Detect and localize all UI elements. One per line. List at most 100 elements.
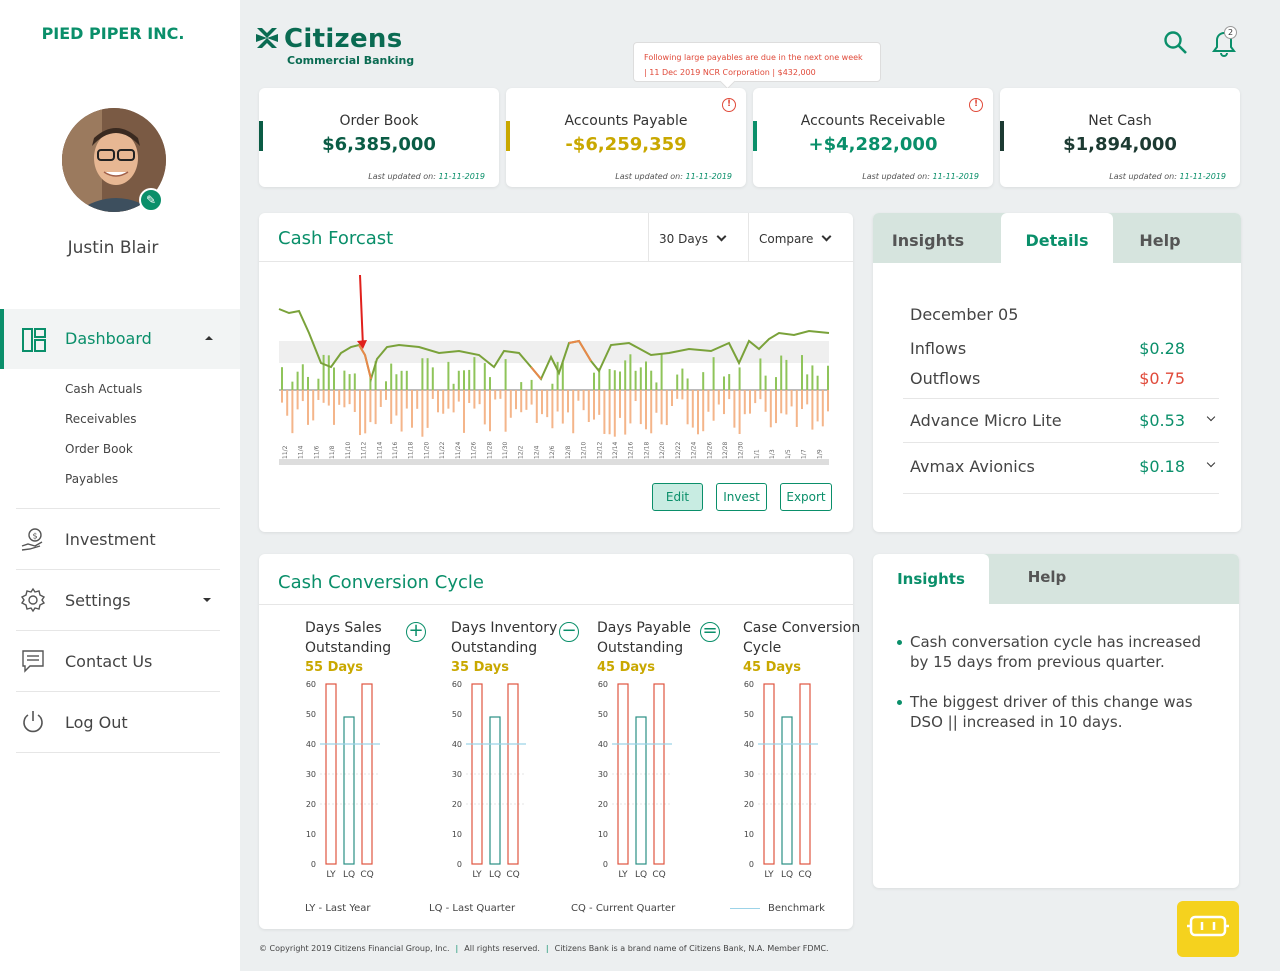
user-name: Justin Blair [67, 238, 159, 258]
compare-dropdown[interactable]: Compare [748, 213, 853, 261]
kpi-updated-label: Last updated on: [368, 172, 436, 181]
legend-ly: LY - Last Year [305, 903, 371, 914]
subnav-cash-actuals[interactable]: Cash Actuals [65, 382, 142, 396]
ccc-column-cycle: Case Conversion Cycle 45 Days [743, 618, 860, 678]
chevron-down-icon [821, 231, 832, 242]
outflow-bar [530, 390, 533, 405]
edit-avatar-icon[interactable]: ✎ [139, 188, 163, 212]
inflow-bar [452, 383, 455, 390]
tab-details[interactable]: Details [1001, 213, 1113, 263]
range-dropdown[interactable]: 30 Days [648, 213, 748, 261]
nav-dashboard[interactable]: Dashboard [0, 309, 240, 369]
outflow-bar [738, 390, 741, 435]
tab-help[interactable]: Help [989, 554, 1105, 604]
outflow-bar [577, 390, 580, 401]
date-tick-label: 11/16 [392, 442, 399, 459]
detail-row[interactable]: Advance Micro Lite $0.53 [910, 411, 1220, 430]
ccc-bar-charts[interactable]: 0 10 20 30 40 50 60 LY LQ CQ 0 10 20 30 40 50 60 LY LQ CQ 0 1… [259, 670, 853, 885]
inflow-bar [702, 372, 705, 390]
date-tick-label: 11/10 [345, 442, 352, 459]
inflow-bar [634, 370, 637, 390]
outflow-bar [728, 390, 731, 400]
gear-icon [20, 587, 46, 613]
expand-caret-icon[interactable] [203, 598, 211, 602]
outflow-bar [572, 390, 575, 434]
date-tick-label: 11/4 [298, 445, 305, 459]
outflow-bar [697, 390, 699, 435]
alert-icon[interactable]: ! [969, 98, 983, 112]
detail-row-name: Advance Micro Lite [910, 411, 1062, 430]
ccc-column-dso: Days Sales Outstanding 55 Days [305, 618, 391, 678]
chevron-down-icon[interactable] [1206, 412, 1216, 422]
date-tick-label: 11/8 [329, 445, 336, 459]
y-tick-label: 20 [744, 800, 754, 809]
cash-forecast-chart[interactable]: 11/2 11/4 11/6 11/8 11/10 11/12 11/14 11/16 11/1… [259, 263, 853, 473]
subnav-order-book[interactable]: Order Book [65, 442, 133, 456]
x-tick-label: LQ [635, 870, 647, 880]
detail-row[interactable]: Avmax Avionics $0.18 [910, 457, 1220, 476]
outflow-bar [598, 390, 601, 415]
tab-insights[interactable]: Insights [873, 213, 983, 263]
inflow-bar [629, 354, 632, 390]
outflow-bar [764, 390, 767, 412]
chevron-down-icon[interactable] [1206, 458, 1216, 468]
subnav-payables[interactable]: Payables [65, 472, 118, 486]
x-tick-label: LQ [489, 870, 501, 880]
outflow-bar [509, 390, 512, 418]
outflow-bar [478, 390, 481, 405]
chatbot-button[interactable] [1177, 901, 1239, 957]
y-tick-label: 40 [598, 740, 608, 749]
details-date: December 05 [910, 305, 1019, 324]
outflow-bar [624, 390, 627, 435]
inflow-bar [353, 373, 356, 390]
kpi-order-book[interactable]: Order Book $6,385,000 Last updated on: 1… [259, 88, 499, 187]
x-tick-label: LY [764, 870, 774, 880]
outflow-bar [619, 390, 621, 418]
minus-icon: − [559, 622, 579, 642]
inflows-value: $0.28 [1139, 339, 1185, 358]
outflow-bar [561, 390, 564, 424]
search-icon[interactable] [1163, 30, 1189, 56]
tab-insights[interactable]: Insights [873, 554, 989, 604]
kpi-updated-label: Last updated on: [1109, 172, 1177, 181]
outflow-bar [411, 390, 413, 428]
outflow-bar [665, 390, 668, 426]
outflow-bar [499, 390, 502, 399]
nav-settings[interactable]: Settings [16, 569, 220, 630]
notifications[interactable]: 2 [1210, 26, 1240, 58]
ccc-bar-ly [763, 683, 775, 865]
subnav-receivables[interactable]: Receivables [65, 412, 137, 426]
kpi-net-cash[interactable]: Net Cash $1,894,000 Last updated on: 11-… [1000, 88, 1240, 187]
collapse-caret-icon[interactable] [205, 336, 213, 340]
kpi-accounts-payable[interactable]: ! Accounts Payable -$6,259,359 Last upda… [506, 88, 746, 187]
date-tick-label: 11/30 [502, 442, 509, 459]
inflow-bar [806, 374, 809, 390]
y-tick-label: 30 [744, 770, 754, 779]
nav-investment[interactable]: $ Investment [16, 508, 220, 569]
date-tick-label: 11/6 [313, 445, 320, 459]
inflow-bar [816, 375, 819, 390]
kpi-accounts-receivable[interactable]: ! Accounts Receivable +$4,282,000 Last u… [753, 88, 993, 187]
kpi-updated: Last updated on: 11-11-2019 [615, 172, 732, 181]
date-tick-label: 12/6 [549, 445, 556, 459]
date-tick-label: 11/26 [471, 442, 478, 459]
outflow-bar [286, 390, 289, 416]
export-button[interactable]: Export [780, 483, 832, 511]
insight-item: Cash conversation cycle has increased by… [897, 632, 1210, 672]
y-tick-label: 10 [598, 830, 608, 839]
ccc-bar-cq [361, 683, 373, 865]
inflow-bar [530, 379, 533, 390]
outflow-bar [733, 390, 736, 428]
outflow-bar [405, 390, 408, 409]
outflow-bar [759, 390, 762, 400]
edit-button[interactable]: Edit [652, 483, 703, 511]
inflow-bar [613, 370, 616, 390]
nav-logout[interactable]: Log Out [16, 691, 220, 753]
tab-help[interactable]: Help [1113, 213, 1207, 263]
svg-text:$: $ [33, 532, 38, 541]
alert-icon[interactable]: ! [722, 98, 736, 112]
invest-button[interactable]: Invest [716, 483, 767, 511]
nav-contact-us[interactable]: Contact Us [16, 630, 220, 691]
outflow-bar [785, 390, 788, 415]
outflow-bar [369, 390, 372, 423]
